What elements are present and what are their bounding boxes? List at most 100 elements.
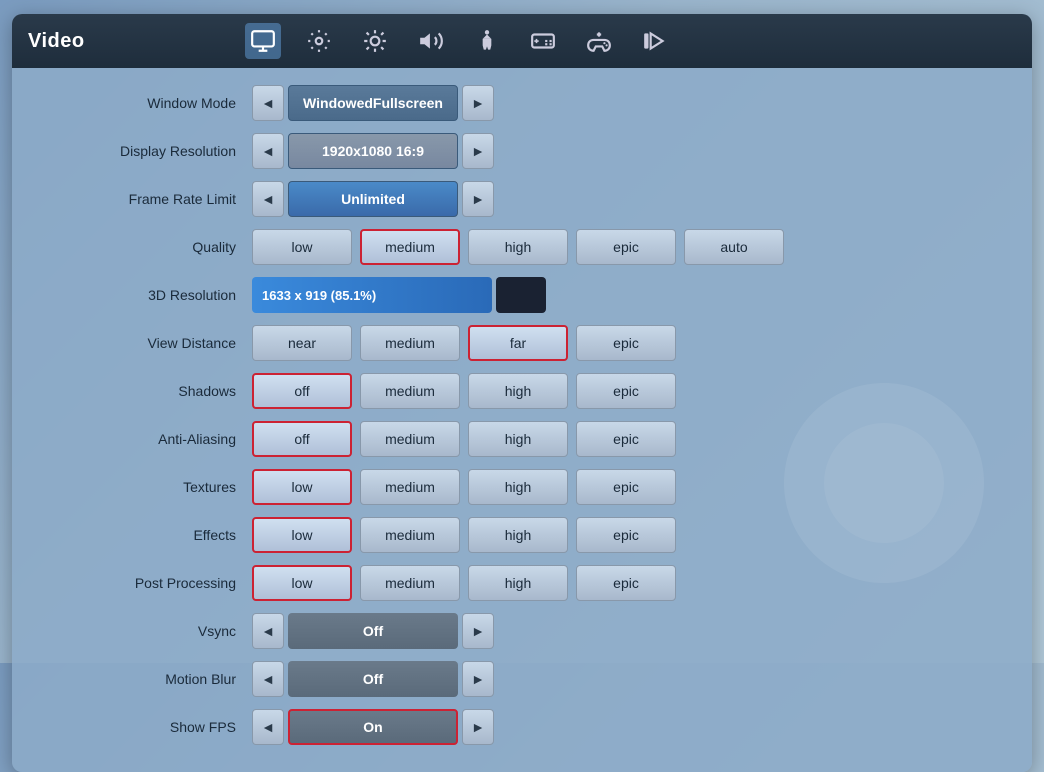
textures-medium[interactable]: medium: [360, 469, 460, 505]
display-resolution-next[interactable]: ►: [462, 133, 494, 169]
view-distance-medium[interactable]: medium: [360, 325, 460, 361]
frame-rate-row: Frame Rate Limit ◄ Unlimited ►: [52, 180, 992, 218]
shadows-label: Shadows: [52, 383, 252, 399]
monitor-svg: [250, 28, 276, 54]
textures-epic[interactable]: epic: [576, 469, 676, 505]
quality-medium[interactable]: medium: [360, 229, 460, 265]
frame-rate-next[interactable]: ►: [462, 181, 494, 217]
replay-svg: [642, 28, 668, 54]
accessibility-svg: [474, 28, 500, 54]
effects-epic[interactable]: epic: [576, 517, 676, 553]
quality-auto[interactable]: auto: [684, 229, 784, 265]
effects-label: Effects: [52, 527, 252, 543]
window-mode-next[interactable]: ►: [462, 85, 494, 121]
quality-epic[interactable]: epic: [576, 229, 676, 265]
show-fps-value: On: [288, 709, 458, 745]
anti-aliasing-label: Anti-Aliasing: [52, 431, 252, 447]
display-resolution-label: Display Resolution: [52, 143, 252, 159]
post-processing-high[interactable]: high: [468, 565, 568, 601]
resolution-3d-control: 1633 x 919 (85.1%): [252, 277, 546, 313]
vsync-prev[interactable]: ◄: [252, 613, 284, 649]
motion-blur-row: Motion Blur ◄ Off ►: [52, 660, 992, 698]
display-resolution-row: Display Resolution ◄ 1920x1080 16:9 ►: [52, 132, 992, 170]
quality-label: Quality: [52, 239, 252, 255]
show-fps-prev[interactable]: ◄: [252, 709, 284, 745]
frame-rate-label: Frame Rate Limit: [52, 191, 252, 207]
window-mode-value: WindowedFullscreen: [288, 85, 458, 121]
post-processing-low[interactable]: low: [252, 565, 352, 601]
nav-brightness-icon[interactable]: [357, 23, 393, 59]
show-fps-next[interactable]: ►: [462, 709, 494, 745]
page-title: Video: [28, 30, 85, 53]
nav-accessibility-icon[interactable]: [469, 23, 505, 59]
textures-row: Textures low medium high epic: [52, 468, 992, 506]
view-distance-near[interactable]: near: [252, 325, 352, 361]
input-svg: [530, 28, 556, 54]
display-resolution-control: ◄ 1920x1080 16:9 ►: [252, 133, 494, 169]
nav-volume-icon[interactable]: [413, 23, 449, 59]
resolution-3d-bar[interactable]: 1633 x 919 (85.1%): [252, 277, 492, 313]
shadows-row: Shadows off medium high epic: [52, 372, 992, 410]
shadows-epic[interactable]: epic: [576, 373, 676, 409]
textures-low[interactable]: low: [252, 469, 352, 505]
window-mode-control: ◄ WindowedFullscreen ►: [252, 85, 494, 121]
window-mode-row: Window Mode ◄ WindowedFullscreen ►: [52, 84, 992, 122]
anti-aliasing-high[interactable]: high: [468, 421, 568, 457]
nav-monitor-icon[interactable]: [245, 23, 281, 59]
quality-low[interactable]: low: [252, 229, 352, 265]
shadows-high[interactable]: high: [468, 373, 568, 409]
nav-gear-icon[interactable]: [301, 23, 337, 59]
settings-content: Window Mode ◄ WindowedFullscreen ► Displ…: [12, 68, 1032, 772]
post-processing-medium[interactable]: medium: [360, 565, 460, 601]
display-resolution-prev[interactable]: ◄: [252, 133, 284, 169]
nav-replay-icon[interactable]: [637, 23, 673, 59]
anti-aliasing-epic[interactable]: epic: [576, 421, 676, 457]
nav-icons: [245, 23, 673, 59]
resolution-3d-row: 3D Resolution 1633 x 919 (85.1%): [52, 276, 992, 314]
textures-high[interactable]: high: [468, 469, 568, 505]
motion-blur-control: ◄ Off ►: [252, 661, 494, 697]
show-fps-control: ◄ On ►: [252, 709, 494, 745]
display-resolution-value: 1920x1080 16:9: [288, 133, 458, 169]
effects-high[interactable]: high: [468, 517, 568, 553]
controller-svg: [586, 28, 612, 54]
show-fps-label: Show FPS: [52, 719, 252, 735]
post-processing-epic[interactable]: epic: [576, 565, 676, 601]
show-fps-row: Show FPS ◄ On ►: [52, 708, 992, 746]
anti-aliasing-medium[interactable]: medium: [360, 421, 460, 457]
anti-aliasing-row: Anti-Aliasing off medium high epic: [52, 420, 992, 458]
view-distance-far[interactable]: far: [468, 325, 568, 361]
nav-controller-icon[interactable]: [581, 23, 617, 59]
brightness-svg: [362, 28, 388, 54]
motion-blur-next[interactable]: ►: [462, 661, 494, 697]
main-window: Video: [12, 14, 1032, 772]
motion-blur-value: Off: [288, 661, 458, 697]
gear-svg: [306, 28, 332, 54]
vsync-label: Vsync: [52, 623, 252, 639]
shadows-off[interactable]: off: [252, 373, 352, 409]
resolution-3d-label: 3D Resolution: [52, 287, 252, 303]
motion-blur-prev[interactable]: ◄: [252, 661, 284, 697]
vsync-next[interactable]: ►: [462, 613, 494, 649]
vsync-row: Vsync ◄ Off ►: [52, 612, 992, 650]
effects-medium[interactable]: medium: [360, 517, 460, 553]
view-distance-epic[interactable]: epic: [576, 325, 676, 361]
volume-svg: [418, 28, 444, 54]
quality-row: Quality low medium high epic auto: [52, 228, 992, 266]
vsync-control: ◄ Off ►: [252, 613, 494, 649]
anti-aliasing-off[interactable]: off: [252, 421, 352, 457]
frame-rate-prev[interactable]: ◄: [252, 181, 284, 217]
effects-low[interactable]: low: [252, 517, 352, 553]
nav-bar: Video: [12, 14, 1032, 68]
frame-rate-control: ◄ Unlimited ►: [252, 181, 494, 217]
post-processing-label: Post Processing: [52, 575, 252, 591]
textures-label: Textures: [52, 479, 252, 495]
window-mode-label: Window Mode: [52, 95, 252, 111]
window-mode-prev[interactable]: ◄: [252, 85, 284, 121]
nav-input-icon[interactable]: [525, 23, 561, 59]
post-processing-row: Post Processing low medium high epic: [52, 564, 992, 602]
shadows-medium[interactable]: medium: [360, 373, 460, 409]
quality-high[interactable]: high: [468, 229, 568, 265]
view-distance-row: View Distance near medium far epic: [52, 324, 992, 362]
effects-row: Effects low medium high epic: [52, 516, 992, 554]
